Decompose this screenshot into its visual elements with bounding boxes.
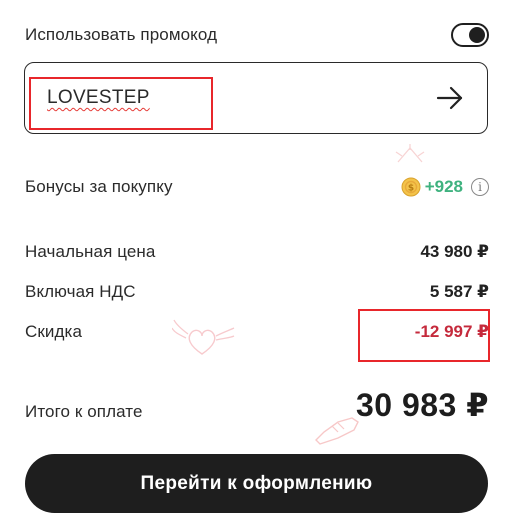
arrow-right-icon[interactable]: [435, 85, 465, 111]
total-row: Итого к оплате 30 983 ₽: [25, 387, 489, 424]
coin-icon: $: [401, 177, 421, 197]
winged-heart-icon: [172, 319, 235, 355]
vat-row: Включая НДС 5 587 ₽: [25, 280, 489, 304]
svg-text:$: $: [408, 184, 414, 194]
sparkle-decoration-icon: [395, 144, 425, 163]
bonus-info: $ +928 i: [401, 177, 489, 197]
initial-price-value: 43 980 ₽: [420, 242, 489, 261]
vat-value: 5 587 ₽: [429, 282, 489, 301]
vat-label: Включая НДС: [25, 282, 136, 301]
promo-toggle-label: Использовать промокод: [25, 25, 218, 44]
bonus-value: +928: [424, 177, 463, 196]
promo-highlight-box: [29, 77, 213, 130]
toggle-knob: [469, 27, 485, 43]
discount-label: Скидка: [25, 322, 82, 341]
total-value: 30 983 ₽: [355, 387, 489, 423]
checkout-button[interactable]: Перейти к оформлению: [25, 454, 488, 513]
bonus-row: Бонусы за покупку $ +928 i: [25, 174, 489, 200]
initial-price-label: Начальная цена: [25, 242, 156, 261]
discount-highlight-box: [358, 309, 490, 362]
initial-price-row: Начальная цена 43 980 ₽: [25, 240, 489, 264]
bonus-label: Бонусы за покупку: [25, 177, 173, 196]
sneaker-decoration-icon: [315, 417, 359, 445]
total-label: Итого к оплате: [25, 402, 143, 421]
promo-toggle-row: Использовать промокод: [25, 22, 489, 48]
info-icon[interactable]: i: [471, 178, 489, 196]
promo-toggle-switch[interactable]: [451, 23, 489, 47]
